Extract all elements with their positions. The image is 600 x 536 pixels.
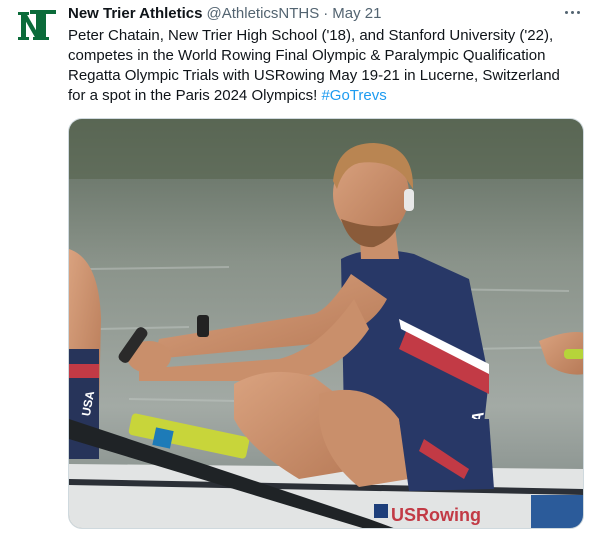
author-display-name[interactable]: New Trier Athletics [68,5,203,22]
tweet-text-line: Regatta Olympic Trials with USRowing May… [68,67,560,84]
tweet-header: New Trier Athletics @AthleticsNTHS · May… [68,3,381,23]
tweet-date[interactable]: May 21 [332,5,381,22]
avatar[interactable] [12,6,64,46]
more-options-icon[interactable] [562,2,582,22]
separator-dot: · [323,4,329,22]
nt-logo-icon [18,10,56,40]
tweet-photo[interactable]: USA USRowing USA [68,118,584,529]
rowing-photo: USA USRowing USA [69,119,583,528]
hashtag-link[interactable]: #GoTrevs [321,87,386,104]
tweet-text: Peter Chatain, New Trier High School ('1… [68,26,588,106]
tweet-text-line: for a spot in the Paris 2024 Olympics! [68,87,318,104]
tweet-text-line: competes in the World Rowing Final Olymp… [68,47,546,64]
usrowing-text: USRowing [391,505,481,525]
tweet-card[interactable]: New Trier Athletics @AthleticsNTHS · May… [0,0,600,536]
author-handle[interactable]: @AthleticsNTHS [207,5,320,22]
tweet-text-line-last: for a spot in the Paris 2024 Olympics! #… [68,86,588,106]
tweet-text-line: Peter Chatain, New Trier High School ('1… [68,27,554,44]
